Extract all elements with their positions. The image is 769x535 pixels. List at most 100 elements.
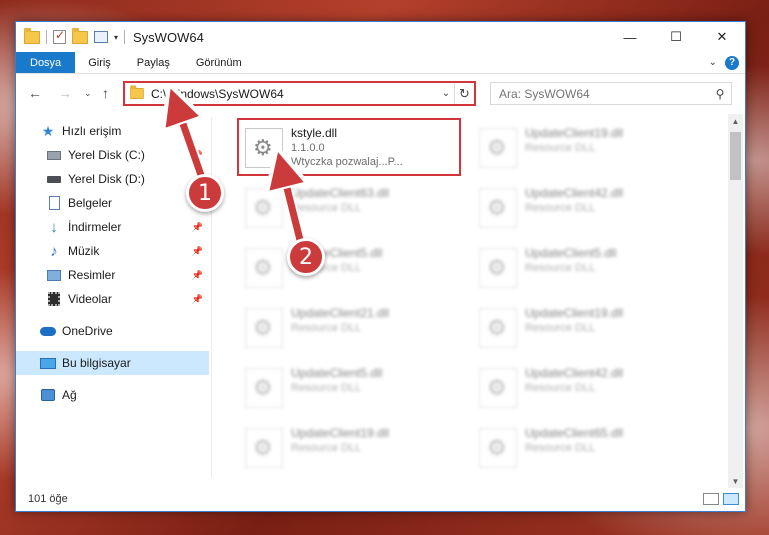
dll-file-icon (245, 188, 283, 228)
file-name: kstyle.dll (291, 126, 338, 140)
sidebar-item-local-disk-c[interactable]: Yerel Disk (C:) 📌 (16, 143, 209, 167)
computer-icon (40, 355, 56, 371)
maximize-button[interactable]: ☐ (653, 22, 699, 52)
dll-file-icon (479, 128, 517, 168)
file-item[interactable]: UpdateClient19.dll Resource DLL (473, 300, 699, 356)
forward-arrow-icon[interactable]: → (58, 85, 72, 101)
sidebar-item-onedrive[interactable]: OneDrive (16, 319, 209, 343)
dll-file-icon (245, 308, 283, 348)
navigation-bar: ← → ⌄ ↑ C:\Windows\SysWOW64 ⌄ ↻ ⚲ (16, 79, 745, 107)
file-name: UpdateClient19.dll (525, 126, 624, 140)
folder-icon[interactable] (24, 27, 40, 44)
sidebar-item-this-pc[interactable]: Bu bilgisayar (16, 351, 209, 375)
file-item[interactable]: UpdateClient5.dllResource DLL (473, 240, 699, 296)
minimize-button[interactable]: — (607, 22, 653, 52)
tiles-view-icon[interactable] (723, 493, 739, 505)
sidebar-item-network[interactable]: Ağ (16, 383, 209, 407)
vertical-scrollbar[interactable]: ▲ ▼ (728, 114, 743, 488)
pin-icon: 📌 (191, 245, 203, 256)
help-icon[interactable]: ? (725, 55, 739, 70)
sidebar-item-videos[interactable]: Videolar 📌 (16, 287, 209, 311)
file-item-kstyle[interactable]: kstyle.dll 1.1.0.0 Wtyczka pozwalaj...P.… (237, 118, 461, 176)
ribbon-right: ⌄ ? (709, 52, 745, 73)
file-item[interactable]: UpdateClient42.dll Resource DLL (473, 360, 699, 416)
sidebar-item-label: Müzik (68, 244, 100, 258)
pin-icon: 📌 (191, 293, 203, 304)
file-item[interactable]: UpdateClient19.dll Resource DLL (473, 120, 699, 176)
details-view-icon[interactable] (703, 493, 719, 505)
sidebar-item-local-disk-d[interactable]: Yerel Disk (D:) (16, 167, 209, 191)
dll-file-icon (245, 248, 283, 288)
file-item[interactable]: UpdateClient42.dll Resource DLL (473, 180, 699, 236)
dll-file-icon (479, 248, 517, 288)
file-item[interactable]: UpdateClient63.dll Resource DLL (239, 180, 465, 236)
scroll-down-icon[interactable]: ▼ (728, 474, 743, 488)
sidebar-item-music[interactable]: ♪ Müzik 📌 (16, 239, 209, 263)
sidebar-item-documents[interactable]: Belgeler 📌 (16, 191, 209, 215)
search-input[interactable] (491, 86, 709, 101)
sidebar-item-label: Resimler (68, 268, 116, 282)
refresh-icon[interactable]: ↻ (454, 83, 474, 104)
file-name: UpdateClient63.dll (291, 186, 390, 200)
item-count: 101 öğe (28, 493, 68, 505)
file-description: Resource DLL (291, 382, 362, 394)
back-arrow-icon[interactable]: ← (28, 85, 42, 101)
quick-access-toolbar: ▾ (16, 27, 126, 44)
window-controls: — ☐ ✕ (607, 22, 745, 52)
sidebar-item-quick-access[interactable]: ★ Hızlı erişim (16, 119, 209, 143)
tab-file[interactable]: Dosya (16, 52, 76, 73)
close-button[interactable]: ✕ (699, 22, 745, 52)
tab-share[interactable]: Paylaş (124, 52, 183, 73)
dll-file-icon (245, 368, 283, 408)
recent-dropdown-icon[interactable]: ⌄ (84, 88, 92, 99)
step-badge-1: 1 (186, 174, 224, 212)
file-item[interactable]: UpdateClient5.dll Resource DLL (239, 360, 465, 416)
file-item[interactable]: UpdateClient65.dll Resource DLL (473, 420, 699, 476)
file-name: UpdateClient65.dll (525, 426, 624, 440)
status-bar: 101 öğe (16, 487, 745, 511)
address-path[interactable]: C:\Windows\SysWOW64 (151, 87, 438, 101)
file-version: 1.1.0.0 (291, 142, 325, 154)
window-title: SysWOW64 (133, 29, 204, 45)
file-name: UpdateClient19.dll (291, 426, 390, 440)
tab-view[interactable]: Görünüm (183, 52, 255, 73)
properties-check-icon[interactable] (53, 28, 66, 44)
pin-icon: 📌 (191, 269, 203, 280)
tab-home[interactable]: Giriş (75, 52, 124, 73)
view-toggle (703, 493, 739, 505)
customize-icon[interactable] (94, 31, 108, 43)
chevron-down-icon[interactable]: ⌄ (709, 57, 717, 68)
file-item[interactable]: UpdateClient19.dll Resource DLL (239, 420, 465, 476)
file-list: kstyle.dll 1.1.0.0 Wtyczka pozwalaj...P.… (213, 110, 725, 480)
file-name: UpdateClient5.dll (525, 246, 617, 260)
sidebar-item-label: Bu bilgisayar (62, 356, 131, 370)
new-folder-icon[interactable] (72, 27, 88, 44)
cloud-icon (40, 323, 56, 339)
file-item[interactable]: UpdateClient21.dll Resource DLL (239, 300, 465, 356)
chevron-down-icon[interactable]: ⌄ (438, 88, 454, 99)
dll-file-icon (245, 128, 283, 168)
search-box[interactable]: ⚲ (490, 82, 732, 105)
file-description: Resource DLL (291, 322, 362, 334)
ribbon-tabs: Dosya Giriş Paylaş Görünüm ⌄ ? (16, 52, 745, 74)
sidebar-item-label: Belgeler (68, 196, 113, 210)
sidebar-item-label: Yerel Disk (C:) (68, 148, 145, 162)
scrollbar-thumb[interactable] (730, 132, 741, 180)
file-item[interactable]: UpdateClient5.dllResource DLL (239, 240, 465, 296)
sidebar-item-pictures[interactable]: Resimler 📌 (16, 263, 209, 287)
file-name: UpdateClient5.dll (291, 366, 383, 380)
title-bar: ▾ SysWOW64 — ☐ ✕ (16, 22, 745, 52)
search-icon[interactable]: ⚲ (709, 87, 731, 101)
sidebar-item-label: Yerel Disk (D:) (68, 172, 145, 186)
sidebar-item-label: Videolar (68, 292, 112, 306)
up-arrow-icon[interactable]: ↑ (102, 85, 109, 101)
address-bar[interactable]: C:\Windows\SysWOW64 ⌄ ↻ (123, 81, 476, 106)
sidebar-item-downloads[interactable]: ↓ İndirmeler 📌 (16, 215, 209, 239)
videos-icon (46, 291, 62, 307)
file-description: Resource DLL (525, 322, 596, 334)
scroll-up-icon[interactable]: ▲ (728, 114, 743, 128)
sidebar-item-label: İndirmeler (68, 220, 122, 234)
toolbar-dropdown-icon[interactable]: ▾ (114, 33, 118, 42)
documents-icon (46, 195, 62, 211)
star-icon: ★ (41, 122, 55, 139)
